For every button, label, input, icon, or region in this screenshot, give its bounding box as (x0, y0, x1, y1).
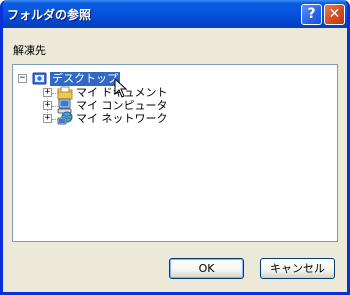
instruction-label: 解凍先 (13, 44, 46, 57)
expand-icon[interactable]: + (43, 114, 52, 123)
mouse-cursor-icon (114, 78, 128, 98)
close-button[interactable]: ✕ (324, 4, 345, 25)
ok-button[interactable]: OK (169, 258, 244, 279)
title-bar[interactable]: フォルダの参照 ? ✕ (3, 0, 347, 28)
expand-icon[interactable]: + (43, 101, 52, 110)
tree-item-label: デスクトップ (50, 72, 120, 86)
tree-item-label: マイ ネットワーク (76, 112, 168, 125)
cancel-button[interactable]: キャンセル (260, 258, 335, 279)
folder-tree[interactable]: − デスクトップ + マイ ドキュメント + マイ コンピュータ + マイ ネッ… (12, 64, 338, 242)
help-button[interactable]: ? (301, 4, 322, 25)
window-title: フォルダの参照 (7, 8, 92, 22)
browse-folder-dialog: フォルダの参照 ? ✕ 解凍先 − デスクトップ + マイ ドキュメント + マ… (0, 0, 350, 295)
collapse-icon[interactable]: − (18, 74, 27, 83)
tree-item-my-network[interactable]: + マイ ネットワーク (43, 111, 183, 127)
my-network-icon (57, 111, 73, 127)
expand-icon[interactable]: + (43, 88, 52, 97)
